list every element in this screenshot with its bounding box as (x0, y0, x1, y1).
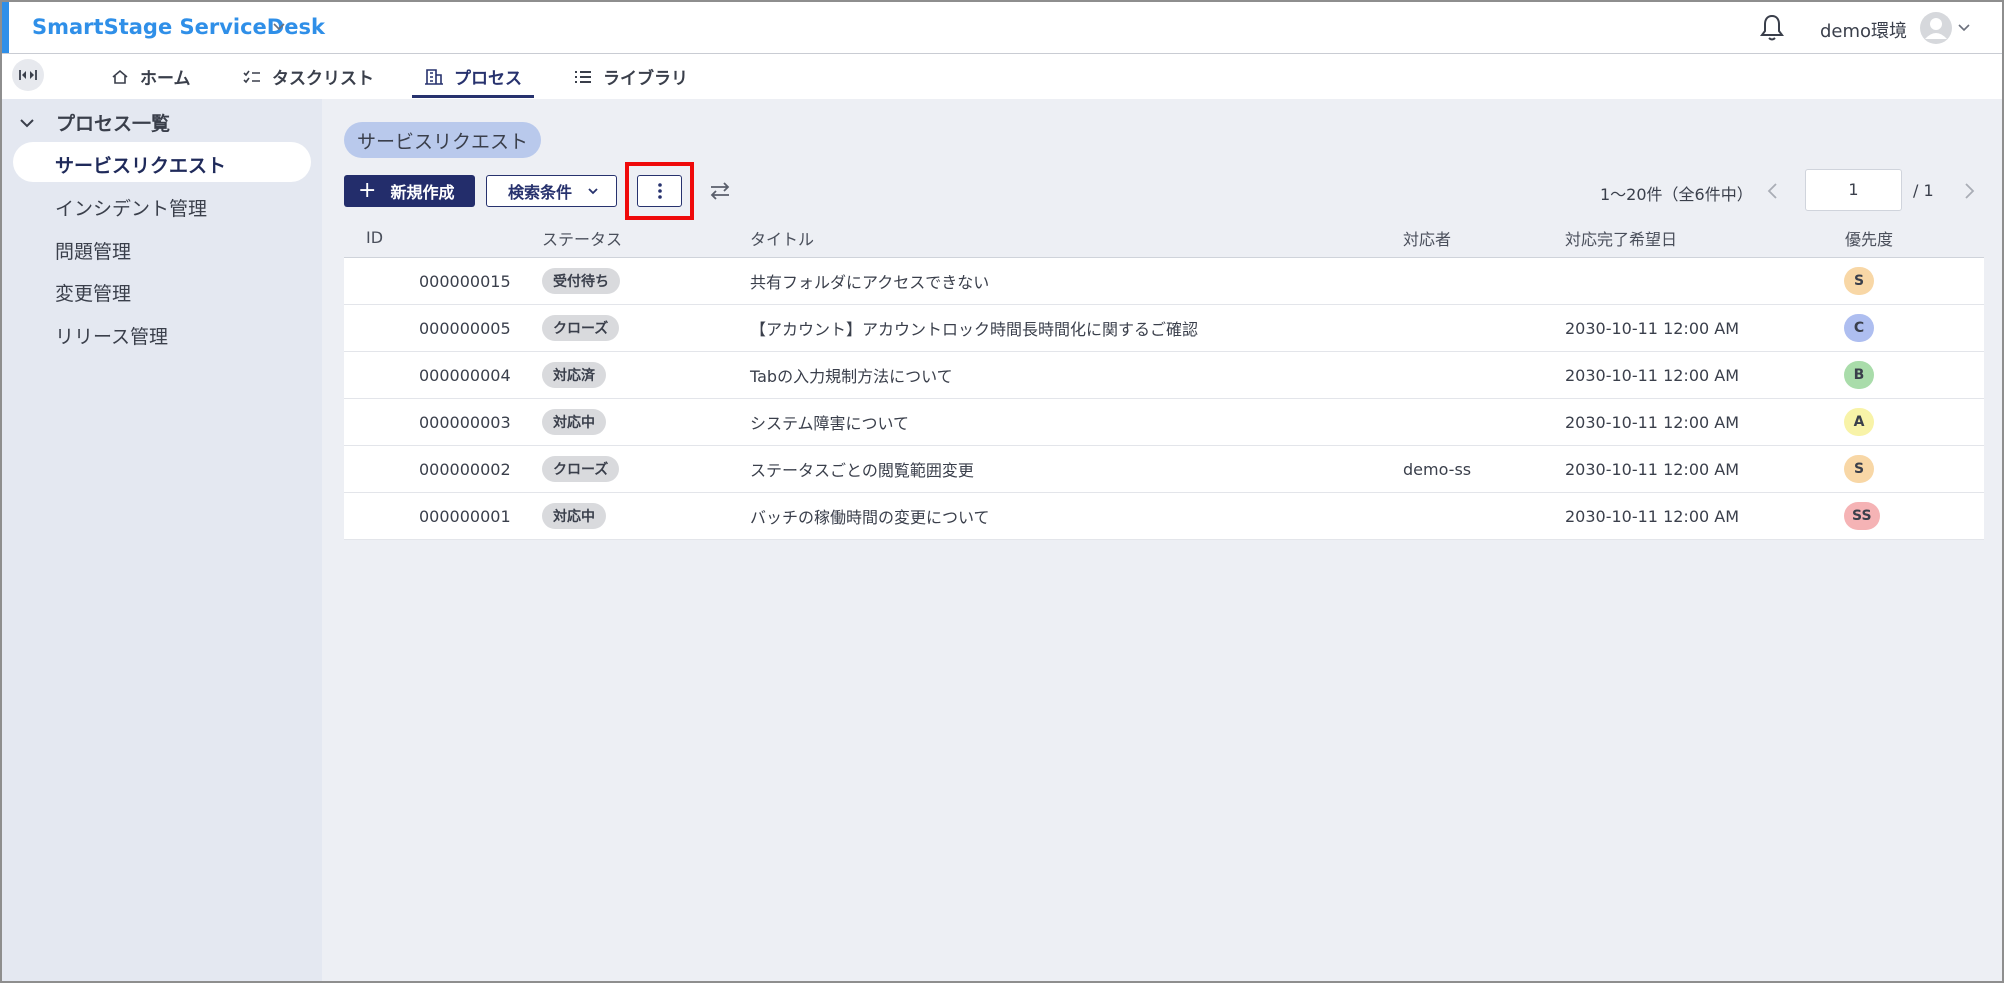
chevron-left-icon[interactable] (1763, 180, 1783, 202)
column-header-assignee[interactable]: 対応者 (1403, 226, 1451, 250)
tab-label: ホーム (140, 69, 191, 89)
status-badge: 受付待ち (542, 268, 620, 294)
table-header: ID ステータス タイトル 対応者 対応完了希望日 優先度 (344, 218, 1984, 258)
sidebar-item-change[interactable]: 変更管理 (55, 279, 131, 306)
priority-badge: S (1844, 455, 1874, 483)
bell-icon[interactable] (1758, 13, 1786, 43)
cell-title[interactable]: Tabの入力規制方法について (750, 363, 953, 387)
sidebar-group-process-list[interactable]: プロセス一覧 (18, 109, 170, 136)
column-header-id[interactable]: ID (366, 228, 383, 247)
table-body: 000000015 受付待ち 共有フォルダにアクセスできない S 000000005 クロ… (344, 258, 1984, 540)
sidebar: プロセス一覧 サービスリクエスト インシデント管理 問題管理 変更管理 リリース… (2, 99, 322, 981)
status-badge: 対応中 (542, 503, 606, 529)
building-icon (425, 68, 443, 85)
cell-status: クローズ (542, 315, 620, 341)
pagination-total: / 1 (1913, 181, 1934, 200)
cell-id: 000000002 (419, 459, 511, 479)
priority-badge: S (1844, 267, 1874, 295)
cell-status: 受付待ち (542, 268, 620, 294)
sidebar-item-service-request[interactable]: サービスリクエスト (55, 151, 226, 178)
cell-id: 000000003 (419, 412, 511, 432)
search-button-label: 検索条件 (508, 183, 573, 202)
table-row[interactable]: 000000015 受付待ち 共有フォルダにアクセスできない S (344, 258, 1984, 305)
column-header-priority[interactable]: 優先度 (1845, 226, 1893, 250)
cell-id: 000000005 (419, 318, 511, 338)
sidebar-item-problem[interactable]: 問題管理 (55, 237, 131, 264)
table-row[interactable]: 000000002 クローズ ステータスごとの閲覧範囲変更 demo-ss 2030-1… (344, 446, 1984, 493)
sidebar-item-incident[interactable]: インシデント管理 (55, 194, 207, 221)
cell-id: 000000015 (419, 271, 511, 291)
sidebar-toggle-button[interactable] (12, 59, 44, 91)
tab-tasklist[interactable]: タスクリスト (242, 54, 374, 99)
main-nav: ホーム タスクリスト プロセス ライブラリ (2, 54, 2002, 99)
highlight-box (625, 162, 694, 220)
app-window: SmartStage ServiceDesk demo環境 ホーム タスクリスト… (0, 0, 2004, 983)
priority-badge: B (1844, 361, 1874, 389)
search-conditions-button[interactable]: 検索条件 (486, 175, 617, 207)
plus-icon: + (358, 178, 377, 203)
cell-status: 対応中 (542, 503, 606, 529)
checklist-icon (243, 70, 260, 83)
tab-label: ライブラリ (603, 69, 688, 89)
environment-label[interactable]: demo環境 (1820, 17, 1907, 43)
table-row[interactable]: 000000003 対応中 システム障害について 2030-10-11 12:00 A… (344, 399, 1984, 446)
cell-assignee: demo-ss (1403, 459, 1472, 479)
pagination-range: 1〜20件（全6件中） (1600, 185, 1753, 204)
cell-id: 000000001 (419, 506, 511, 526)
tab-label: タスクリスト (272, 69, 374, 89)
service-request-table: ID ステータス タイトル 対応者 対応完了希望日 優先度 000000015 受… (344, 218, 1984, 540)
cell-title[interactable]: バッチの稼働時間の変更について (750, 504, 990, 528)
cell-title[interactable]: ステータスごとの閲覧範囲変更 (750, 457, 974, 481)
cell-status: クローズ (542, 456, 620, 482)
table-row[interactable]: 000000005 クローズ 【アカウント】アカウントロック時間長時間化に関するご確… (344, 305, 1984, 352)
tab-label: プロセス (454, 69, 522, 89)
top-header: SmartStage ServiceDesk demo環境 (2, 2, 2002, 54)
sidebar-group-label: プロセス一覧 (56, 113, 171, 135)
home-icon (112, 69, 128, 84)
new-button[interactable]: + 新規作成 (344, 175, 475, 207)
tab-library[interactable]: ライブラリ (573, 54, 688, 99)
priority-badge: A (1844, 408, 1874, 436)
cell-due-date: 2030-10-11 12:00 AM (1565, 459, 1740, 479)
section-chip: サービスリクエスト (344, 122, 542, 158)
cell-due-date: 2030-10-11 12:00 AM (1565, 412, 1740, 432)
column-header-due-date[interactable]: 対応完了希望日 (1565, 226, 1677, 250)
swap-icon[interactable] (707, 178, 733, 204)
chevron-right-icon[interactable] (1959, 180, 1979, 202)
column-header-status[interactable]: ステータス (542, 226, 622, 250)
sidebar-item-release[interactable]: リリース管理 (55, 322, 168, 349)
status-badge: 対応済 (542, 362, 606, 388)
user-avatar-icon[interactable] (1919, 11, 1953, 45)
main-content: サービスリクエスト + 新規作成 検索条件 1〜20件（全6件中） 1 / 1 … (322, 99, 2002, 981)
chevron-down-icon[interactable] (270, 17, 288, 35)
chevron-down-icon (20, 118, 34, 127)
chevron-down-icon[interactable] (1956, 19, 1972, 35)
cell-status: 対応中 (542, 409, 606, 435)
status-badge: 対応中 (542, 409, 606, 435)
cell-due-date: 2030-10-11 12:00 AM (1565, 365, 1740, 385)
cell-title[interactable]: 共有フォルダにアクセスできない (750, 269, 989, 293)
list-icon (575, 70, 591, 83)
cell-title[interactable]: 【アカウント】アカウントロック時間長時間化に関するご確認 (750, 316, 1198, 340)
priority-badge: SS (1844, 502, 1880, 530)
table-row[interactable]: 000000004 対応済 Tabの入力規制方法について 2030-10-11 12:… (344, 352, 1984, 399)
status-badge: クローズ (542, 315, 620, 341)
cell-status: 対応済 (542, 362, 606, 388)
new-button-label: 新規作成 (390, 183, 455, 202)
priority-badge: C (1844, 314, 1874, 342)
table-row[interactable]: 000000001 対応中 バッチの稼働時間の変更について 2030-10-11 12… (344, 493, 1984, 540)
cell-id: 000000004 (419, 365, 511, 385)
cell-due-date: 2030-10-11 12:00 AM (1565, 318, 1740, 338)
cell-due-date: 2030-10-11 12:00 AM (1565, 506, 1740, 526)
page-number-input[interactable]: 1 (1805, 169, 1902, 211)
chevron-down-icon (588, 188, 598, 195)
tab-process[interactable]: プロセス (412, 54, 534, 99)
cell-title[interactable]: システム障害について (750, 410, 909, 434)
status-badge: クローズ (542, 456, 620, 482)
column-header-title[interactable]: タイトル (750, 226, 814, 250)
collapse-icon (19, 70, 37, 80)
header-accent-bar (2, 2, 9, 53)
tab-home[interactable]: ホーム (110, 54, 191, 99)
